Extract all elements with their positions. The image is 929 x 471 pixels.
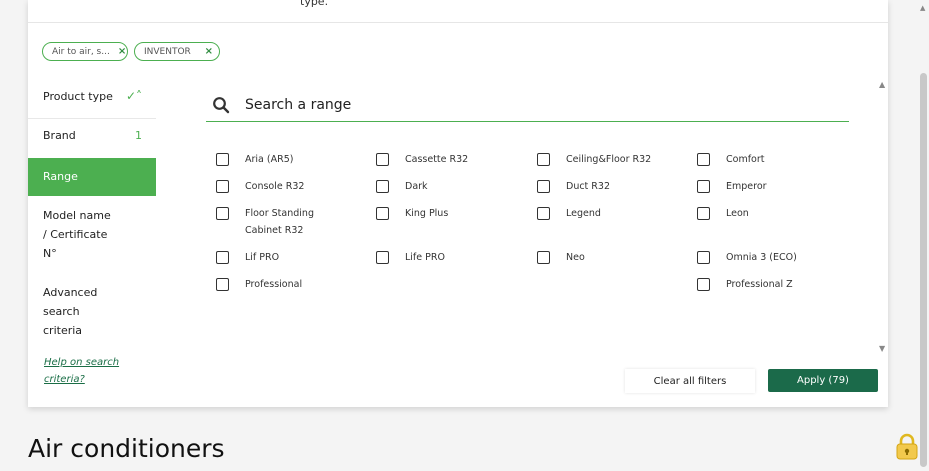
option-label: Neo <box>566 252 585 263</box>
sidebar-item-label: Brand <box>43 129 76 142</box>
option-professional-z[interactable]: Professional Z <box>697 278 793 293</box>
option-label: Legend <box>566 208 601 219</box>
option-label: Dark <box>405 181 428 192</box>
checkbox[interactable] <box>697 207 710 220</box>
checkbox[interactable] <box>376 180 389 193</box>
option-label: Console R32 <box>245 181 305 192</box>
option-label: Comfort <box>726 154 765 165</box>
scroll-up-arrow-icon[interactable]: ▲ <box>879 80 885 89</box>
sidebar-item-label: criteria <box>43 324 83 337</box>
close-icon[interactable]: × <box>118 46 126 57</box>
option-legend[interactable]: Legend <box>537 207 601 222</box>
sidebar-item-advanced-search[interactable]: Advanced search criteria <box>28 283 156 340</box>
checkbox[interactable] <box>697 278 710 291</box>
chip-label: INVENTOR <box>144 46 191 57</box>
option-emperor[interactable]: Emperor <box>697 180 767 195</box>
sidebar-item-label: Product type <box>43 90 113 103</box>
checkbox[interactable] <box>216 153 229 166</box>
checkbox[interactable] <box>537 251 550 264</box>
option-label-line: Floor Standing <box>245 208 314 219</box>
checkbox[interactable] <box>697 180 710 193</box>
option-label-line: Cabinet R32 <box>245 225 304 236</box>
page-title: Air conditioners <box>28 434 225 463</box>
option-label: Professional <box>245 279 303 290</box>
option-life-pro[interactable]: Life PRO <box>376 251 445 266</box>
option-ceiling-floor-r32[interactable]: Ceiling&Floor R32 <box>537 153 651 168</box>
clear-all-filters-button[interactable]: Clear all filters <box>625 369 755 393</box>
sidebar-item-brand[interactable]: Brand 1 <box>28 126 156 145</box>
checkbox[interactable] <box>216 180 229 193</box>
sidebar-divider <box>28 118 156 119</box>
option-label: Aria (AR5) <box>245 154 294 165</box>
filter-chip-inventor[interactable]: INVENTOR × <box>134 42 220 61</box>
sidebar-item-label: Advanced <box>43 286 98 299</box>
option-label: Life PRO <box>405 252 445 263</box>
check-icon: ✓˄ <box>125 89 142 103</box>
brand-count-badge: 1 <box>135 129 142 142</box>
option-label: Emperor <box>726 181 767 192</box>
option-duct-r32[interactable]: Duct R32 <box>537 180 610 195</box>
sidebar-item-model-name[interactable]: Model name / Certificate N° <box>28 206 156 263</box>
checkbox[interactable] <box>216 207 229 220</box>
option-dark[interactable]: Dark <box>376 180 428 195</box>
option-label: Duct R32 <box>566 181 610 192</box>
option-label: Ceiling&Floor R32 <box>566 154 652 165</box>
close-icon[interactable]: × <box>205 46 213 57</box>
filter-chip-air-to-air[interactable]: Air to air, s... × <box>42 42 128 61</box>
option-label: Cassette R32 <box>405 154 469 165</box>
sidebar-item-range[interactable]: Range <box>28 158 156 196</box>
checkbox[interactable] <box>537 207 550 220</box>
apply-button[interactable]: Apply (79) <box>768 369 878 392</box>
checkbox[interactable] <box>376 207 389 220</box>
option-label: Professional Z <box>726 279 793 290</box>
option-leon[interactable]: Leon <box>697 207 749 222</box>
panel-divider <box>28 22 888 23</box>
panel-cut-text: type. <box>300 0 329 8</box>
checkbox[interactable] <box>216 251 229 264</box>
option-console-r32[interactable]: Console R32 <box>216 180 304 195</box>
option-label: King Plus <box>405 208 449 219</box>
option-comfort[interactable]: Comfort <box>697 153 765 168</box>
option-professional[interactable]: Professional <box>216 278 302 293</box>
chip-label: Air to air, s... <box>52 46 110 57</box>
help-link[interactable]: Help on search criteria? <box>44 354 144 388</box>
option-neo[interactable]: Neo <box>537 251 585 266</box>
sidebar-item-product-type[interactable]: Product type ✓˄ <box>28 87 156 106</box>
scroll-up-arrow-icon[interactable]: ▲ <box>920 4 925 12</box>
option-label: Leon <box>726 208 749 219</box>
option-label: Floor Standing Cabinet R32 <box>245 205 314 239</box>
option-omnia-3-eco[interactable]: Omnia 3 (ECO) <box>697 251 797 266</box>
checkbox[interactable] <box>376 251 389 264</box>
active-filter-chips: Air to air, s... × INVENTOR × <box>42 42 220 61</box>
scroll-down-arrow-icon[interactable]: ▼ <box>879 344 885 353</box>
checkbox[interactable] <box>376 153 389 166</box>
sidebar-item-label: Model name <box>43 209 111 222</box>
option-king-plus[interactable]: King Plus <box>376 207 448 222</box>
sidebar-item-label: N° <box>43 247 57 260</box>
option-floor-standing-cabinet-r32[interactable]: Floor Standing Cabinet R32 <box>216 207 314 239</box>
filter-panel: type. Air to air, s... × INVENTOR × Prod… <box>28 0 888 407</box>
checkbox[interactable] <box>537 153 550 166</box>
sidebar-item-label: Range <box>43 170 78 183</box>
sidebar-item-label: search <box>43 305 80 318</box>
option-label: Omnia 3 (ECO) <box>726 252 797 263</box>
search-input[interactable] <box>245 94 835 116</box>
help-link-line[interactable]: Help on search <box>44 354 144 371</box>
checkbox[interactable] <box>697 251 710 264</box>
help-link-line[interactable]: criteria? <box>44 371 144 388</box>
checkbox[interactable] <box>216 278 229 291</box>
range-search <box>206 92 849 122</box>
option-lif-pro[interactable]: Lif PRO <box>216 251 279 266</box>
checkbox[interactable] <box>697 153 710 166</box>
option-cassette-r32[interactable]: Cassette R32 <box>376 153 468 168</box>
option-label: Lif PRO <box>245 252 280 263</box>
scrollbar-thumb[interactable] <box>920 73 927 467</box>
lock-icon[interactable] <box>894 432 920 462</box>
option-aria-ar5[interactable]: Aria (AR5) <box>216 153 293 168</box>
sidebar-item-label: / Certificate <box>43 228 108 241</box>
search-icon <box>213 97 230 114</box>
checkbox[interactable] <box>537 180 550 193</box>
page-scrollbar[interactable]: ▲ <box>918 0 929 471</box>
